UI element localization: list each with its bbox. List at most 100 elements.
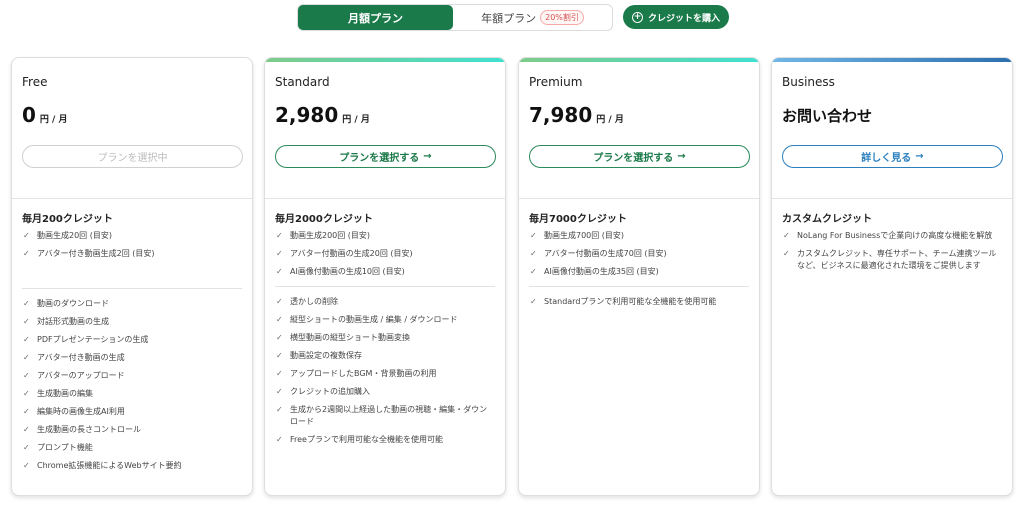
check-icon: ✓ [23,353,30,362]
check-icon: ✓ [23,371,30,380]
check-icon: ✓ [276,435,283,444]
select-plan-button[interactable]: プランを選択する → [275,145,496,168]
list-item: ✓ アバター付動画の生成70回 (目安) [530,249,667,258]
plan-button-label: 詳しく見る [861,153,912,164]
check-icon: ✓ [783,231,790,240]
list-item: ✓ NoLang For Businessで企業向けの高度な機能を解放 [783,231,993,240]
list-item: ✓ 生成動画の長さコントロール [23,425,141,434]
list-item: ✓ PDFプレゼンテーションの生成 [23,335,149,344]
list-item: ✓ 対話形式動画の生成 [23,317,109,326]
credit-list: ✓ 動画生成20回 (目安) ✓ アバター付き動画生成2回 (目安) [22,230,242,260]
learn-more-button[interactable]: 詳しく見る → [782,145,1003,168]
check-icon: ✓ [276,267,283,276]
credit-list: ✓ 動画生成200回 (目安) ✓ アバター付動画の生成20回 (目安) ✓ AI画像… [275,230,495,278]
billing-toggle: 月額プラン 年額プラン 20%割引 [297,4,613,31]
divider [275,286,495,287]
plan-card-body: 毎月7000クレジット ✓ 動画生成700回 (目安) ✓ アバター付動画の生成70… [529,210,749,314]
feature-list: ✓ 動画のダウンロード ✓ 対話形式動画の生成 ✓ PDFプレゼンテーションの生成 ✓… [22,298,242,472]
price-unit: 円 / 月 [596,115,624,125]
price: 2,980 [275,103,339,127]
check-icon: ✓ [530,231,537,240]
buy-credit-button[interactable]: + クレジットを購入 [623,5,729,29]
plan-card-business: Business お問い合わせ 詳しく見る → カスタムクレジット ✓ NoLan… [771,57,1013,496]
list-item: ✓ AI画像付動画の生成10回 (目安) [276,267,405,276]
check-icon: ✓ [276,315,283,324]
plan-card-body: 毎月200クレジット ✓ 動画生成20回 (目安) ✓ アバター付き動画生成2回 (… [22,210,242,478]
price-unit: 円 / 月 [342,115,370,125]
list-item: ✓ 生成から2週間以上経過した動画の視聴・編集・ダウンロード [276,405,488,426]
arrow-right-icon: → [915,151,924,162]
credit-title: 毎月7000クレジット [529,214,627,225]
yearly-plan-label: 年額プラン [481,11,537,25]
check-icon: ✓ [276,405,283,414]
list-item: ✓ 動画生成700回 (目安) [530,231,625,240]
plan-card-body: カスタムクレジット ✓ NoLang For Businessで企業向けの高度な機… [782,210,1002,278]
check-icon: ✓ [530,267,537,276]
check-icon: ✓ [530,297,537,306]
plan-card-header: Business お問い合わせ 詳しく見る → [772,58,1012,199]
plan-card-body: 毎月2000クレジット ✓ 動画生成200回 (目安) ✓ アバター付動画の生成20… [275,210,495,452]
price-row: 2,980 円 / 月 [275,103,370,127]
list-item: ✓ 編集時の画像生成AI利用 [23,407,125,416]
list-item: ✓ プロンプト機能 [23,443,93,452]
list-item: ✓ 透かしの削除 [276,297,338,306]
check-icon: ✓ [23,389,30,398]
plan-button-label: プランを選択する [339,153,420,164]
plan-name: Premium [529,75,583,89]
discount-badge: 20%割引 [540,10,584,25]
plus-circle-icon: + [631,11,643,23]
contact-us-text: お問い合わせ [782,107,873,125]
feature-list: ✓ Standardプランで利用可能な全機能を使用可能 [529,296,749,308]
list-item: ✓ 横型動画の縦型ショート動画変換 [276,333,410,342]
monthly-plan-tab[interactable]: 月額プラン [298,5,453,30]
list-item: ✓ アバターのアップロード [23,371,125,380]
price-unit: 円 / 月 [39,115,68,125]
price-row: 0 円 / 月 [22,103,67,127]
plan-card-header: Free 0 円 / 月 プランを選択中 [12,58,252,199]
credit-title: 毎月200クレジット [22,214,113,225]
buy-credit-label: クレジットを購入 [647,13,720,24]
plan-card-header: Premium 7,980 円 / 月 プランを選択する → [519,58,759,199]
check-icon: ✓ [276,369,283,378]
check-icon: ✓ [783,249,790,258]
check-icon: ✓ [276,249,283,258]
check-icon: ✓ [276,351,283,360]
list-item: ✓ AI画像付動画の生成35回 (目安) [530,267,659,276]
check-icon: ✓ [23,299,30,308]
divider [22,288,242,289]
plan-name: Standard [275,75,330,89]
list-item: ✓ 縦型ショートの動画生成 / 編集 / ダウンロード [276,315,458,324]
plan-card-free: Free 0 円 / 月 プランを選択中 毎月200クレジット ✓ 動画生成20回… [11,57,253,496]
plan-card-standard: Standard 2,980 円 / 月 プランを選択する → 毎月2000クレ… [264,57,506,496]
price-row: 7,980 円 / 月 [529,103,624,127]
price: 7,980 [529,103,593,127]
arrow-right-icon: → [677,151,686,162]
list-item: ✓ アバター付動画の生成20回 (目安) [276,249,413,258]
check-icon: ✓ [23,425,30,434]
list-item: ✓ Chrome拡張機能によるWebサイト要約 [23,461,182,470]
list-item: ✓ クレジットの追加購入 [276,387,370,396]
plan-card-header: Standard 2,980 円 / 月 プランを選択する → [265,58,505,199]
check-icon: ✓ [23,231,30,240]
list-item: ✓ Freeプランで利用可能な全機能を使用可能 [276,435,443,444]
yearly-plan-tab[interactable]: 年額プラン 20%割引 [453,5,612,30]
check-icon: ✓ [23,335,30,344]
feature-list: ✓ 透かしの削除 ✓ 縦型ショートの動画生成 / 編集 / ダウンロード ✓ 横型動画… [275,296,495,446]
select-plan-button[interactable]: プランを選択する → [529,145,750,168]
plan-button-label: プランを選択中 [97,153,168,164]
monthly-plan-label: 月額プラン [348,11,403,25]
check-icon: ✓ [23,461,30,470]
list-item: ✓ カスタムクレジット、専任サポート、チーム連携ツールなど、ビジネスに最適化された… [783,249,997,270]
check-icon: ✓ [23,317,30,326]
credit-title: カスタムクレジット [782,214,872,225]
plan-name: Business [782,75,835,89]
arrow-right-icon: → [423,151,432,162]
list-item: ✓ 生成動画の編集 [23,389,93,398]
plan-selected-button[interactable]: プランを選択中 [22,145,243,168]
check-icon: ✓ [23,443,30,452]
check-icon: ✓ [23,407,30,416]
plan-card-premium: Premium 7,980 円 / 月 プランを選択する → 毎月7000クレジ… [518,57,760,496]
list-item: ✓ アバター付き動画生成2回 (目安) [23,249,155,258]
plan-name: Free [22,75,48,89]
plan-button-label: プランを選択する [593,153,674,164]
